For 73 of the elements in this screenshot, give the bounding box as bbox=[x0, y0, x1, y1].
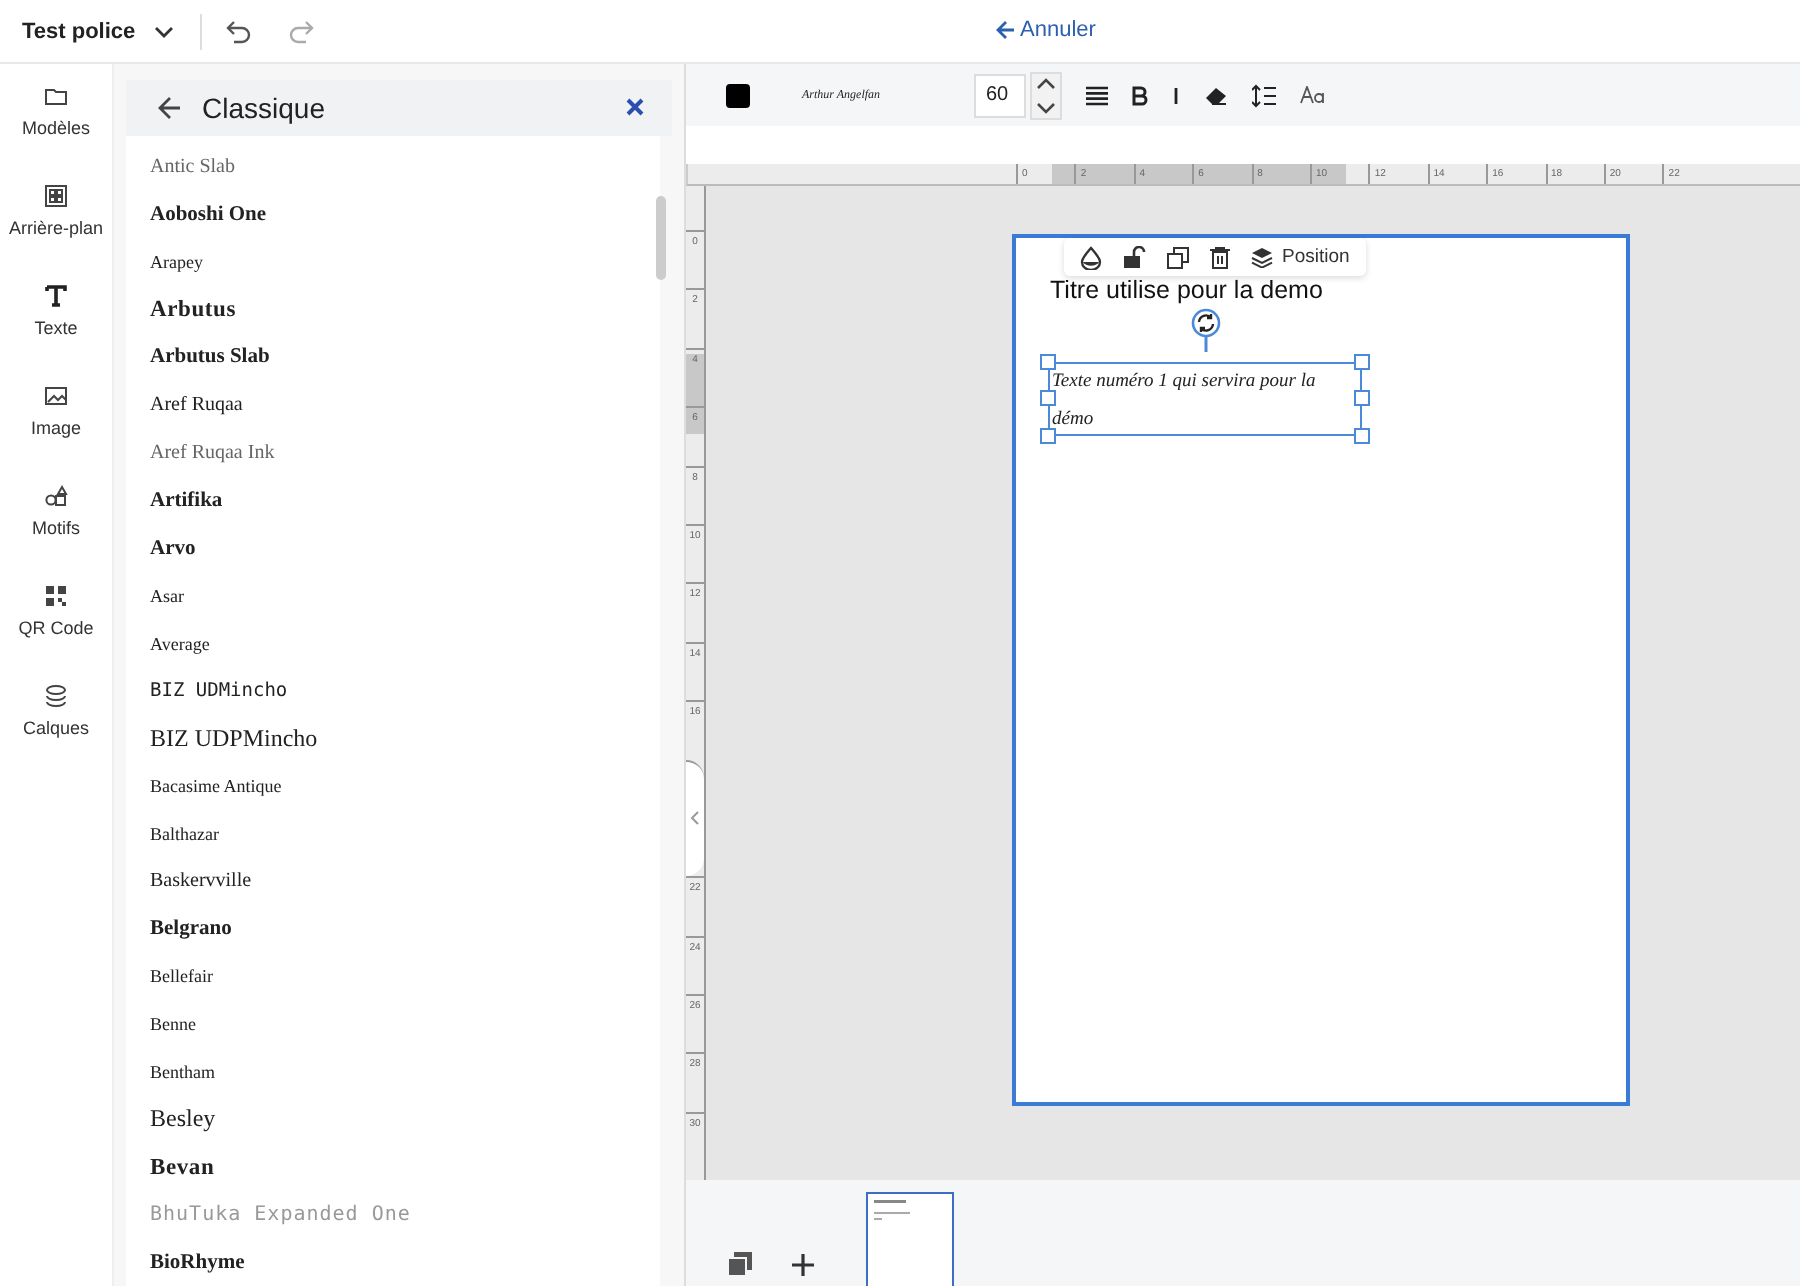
font-option[interactable]: Arapey bbox=[150, 238, 660, 287]
grid-icon bbox=[44, 184, 68, 208]
title-text[interactable]: Titre utilise pour la demo bbox=[1050, 276, 1323, 304]
panel-title: Classique bbox=[202, 91, 327, 124]
color-swatch[interactable] bbox=[726, 83, 750, 107]
cancel-button[interactable]: Annuler bbox=[996, 18, 1096, 42]
font-option[interactable]: BioRhyme bbox=[150, 1238, 660, 1286]
duplicate-icon[interactable] bbox=[1166, 245, 1190, 269]
undo-icon[interactable] bbox=[225, 19, 252, 43]
font-option[interactable]: Aref Ruqaa bbox=[150, 381, 660, 430]
handwritten-text: Texte numéro 1 qui servira pour la démo bbox=[1050, 370, 1318, 434]
back-arrow-icon bbox=[996, 20, 1016, 40]
close-icon[interactable] bbox=[626, 98, 644, 117]
font-option[interactable]: Average bbox=[150, 619, 660, 668]
font-option[interactable]: Arvo bbox=[150, 524, 660, 573]
text-icon bbox=[44, 284, 68, 308]
eraser-icon[interactable] bbox=[1204, 85, 1228, 105]
qr-code-icon bbox=[44, 584, 68, 608]
font-option[interactable]: BIZ UDPMincho bbox=[150, 714, 660, 763]
italic-icon[interactable] bbox=[1172, 85, 1180, 105]
rotate-handle[interactable] bbox=[1190, 308, 1222, 352]
font-option[interactable]: Bentham bbox=[150, 1048, 660, 1096]
resize-handle[interactable] bbox=[1040, 428, 1056, 444]
scrollbar bbox=[656, 195, 666, 280]
font-option[interactable]: Bellefair bbox=[150, 952, 660, 1001]
resize-handle[interactable] bbox=[1040, 390, 1056, 406]
folder-icon bbox=[44, 84, 68, 108]
unlock-icon[interactable] bbox=[1122, 245, 1146, 269]
resize-handle[interactable] bbox=[1040, 354, 1056, 370]
layers-icon bbox=[44, 684, 68, 708]
sidebar-item[interactable]: Image bbox=[0, 384, 112, 438]
page-thumbnail[interactable] bbox=[866, 1192, 954, 1286]
font-option[interactable]: Belgrano bbox=[150, 905, 660, 953]
layers-icon bbox=[1250, 246, 1274, 268]
add-page-icon[interactable] bbox=[792, 1254, 814, 1276]
resize-handle[interactable] bbox=[1354, 428, 1370, 444]
sidebar-item[interactable]: Arrière-plan bbox=[0, 184, 112, 238]
resize-handle[interactable] bbox=[1354, 390, 1370, 406]
font-option[interactable]: Antic Slab bbox=[150, 143, 660, 192]
resize-handle[interactable] bbox=[1354, 354, 1370, 370]
align-icon[interactable] bbox=[1086, 85, 1108, 105]
back-arrow-icon[interactable] bbox=[158, 95, 182, 120]
sidebar-item[interactable]: Modèles bbox=[0, 84, 112, 138]
line-height-icon[interactable] bbox=[1252, 83, 1276, 107]
font-option[interactable]: Aref Ruqaa Ink bbox=[150, 429, 660, 477]
font-option[interactable]: Bacasime Antique bbox=[150, 762, 660, 811]
image-icon bbox=[44, 384, 68, 408]
sidebar-item[interactable]: Texte bbox=[0, 284, 112, 338]
font-option[interactable]: Baskervville bbox=[150, 857, 660, 906]
font-option[interactable]: Besley bbox=[150, 1095, 660, 1144]
font-option[interactable]: Arbutus bbox=[150, 286, 660, 335]
delete-icon[interactable] bbox=[1210, 245, 1230, 269]
collapse-handle[interactable] bbox=[686, 759, 704, 877]
sidebar-item[interactable]: Calques bbox=[0, 684, 112, 738]
text-case-icon[interactable] bbox=[1300, 86, 1324, 104]
font-option[interactable]: Aoboshi One bbox=[150, 191, 660, 239]
font-option[interactable]: Arbutus Slab bbox=[150, 334, 660, 382]
document-title[interactable]: Test police bbox=[22, 19, 136, 43]
font-option[interactable]: Artifika bbox=[150, 476, 660, 525]
shapes-icon bbox=[44, 484, 68, 508]
sidebar-item[interactable]: Motifs bbox=[0, 484, 112, 538]
sidebar-item[interactable]: QR Code bbox=[0, 584, 112, 638]
position-button[interactable]: Position bbox=[1250, 246, 1350, 268]
drop-icon[interactable] bbox=[1080, 245, 1102, 269]
font-option[interactable]: Asar bbox=[150, 572, 660, 620]
chevron-left-icon bbox=[690, 810, 700, 827]
font-size-input[interactable]: 60 bbox=[974, 73, 1026, 117]
duplicate-page-icon[interactable] bbox=[728, 1252, 752, 1276]
font-option[interactable]: Bevan bbox=[150, 1143, 660, 1191]
font-option[interactable]: Balthazar bbox=[150, 810, 660, 858]
font-option[interactable]: BIZ UDMincho bbox=[150, 667, 660, 715]
font-option[interactable]: Benne bbox=[150, 1000, 660, 1049]
bold-icon[interactable] bbox=[1132, 85, 1148, 105]
